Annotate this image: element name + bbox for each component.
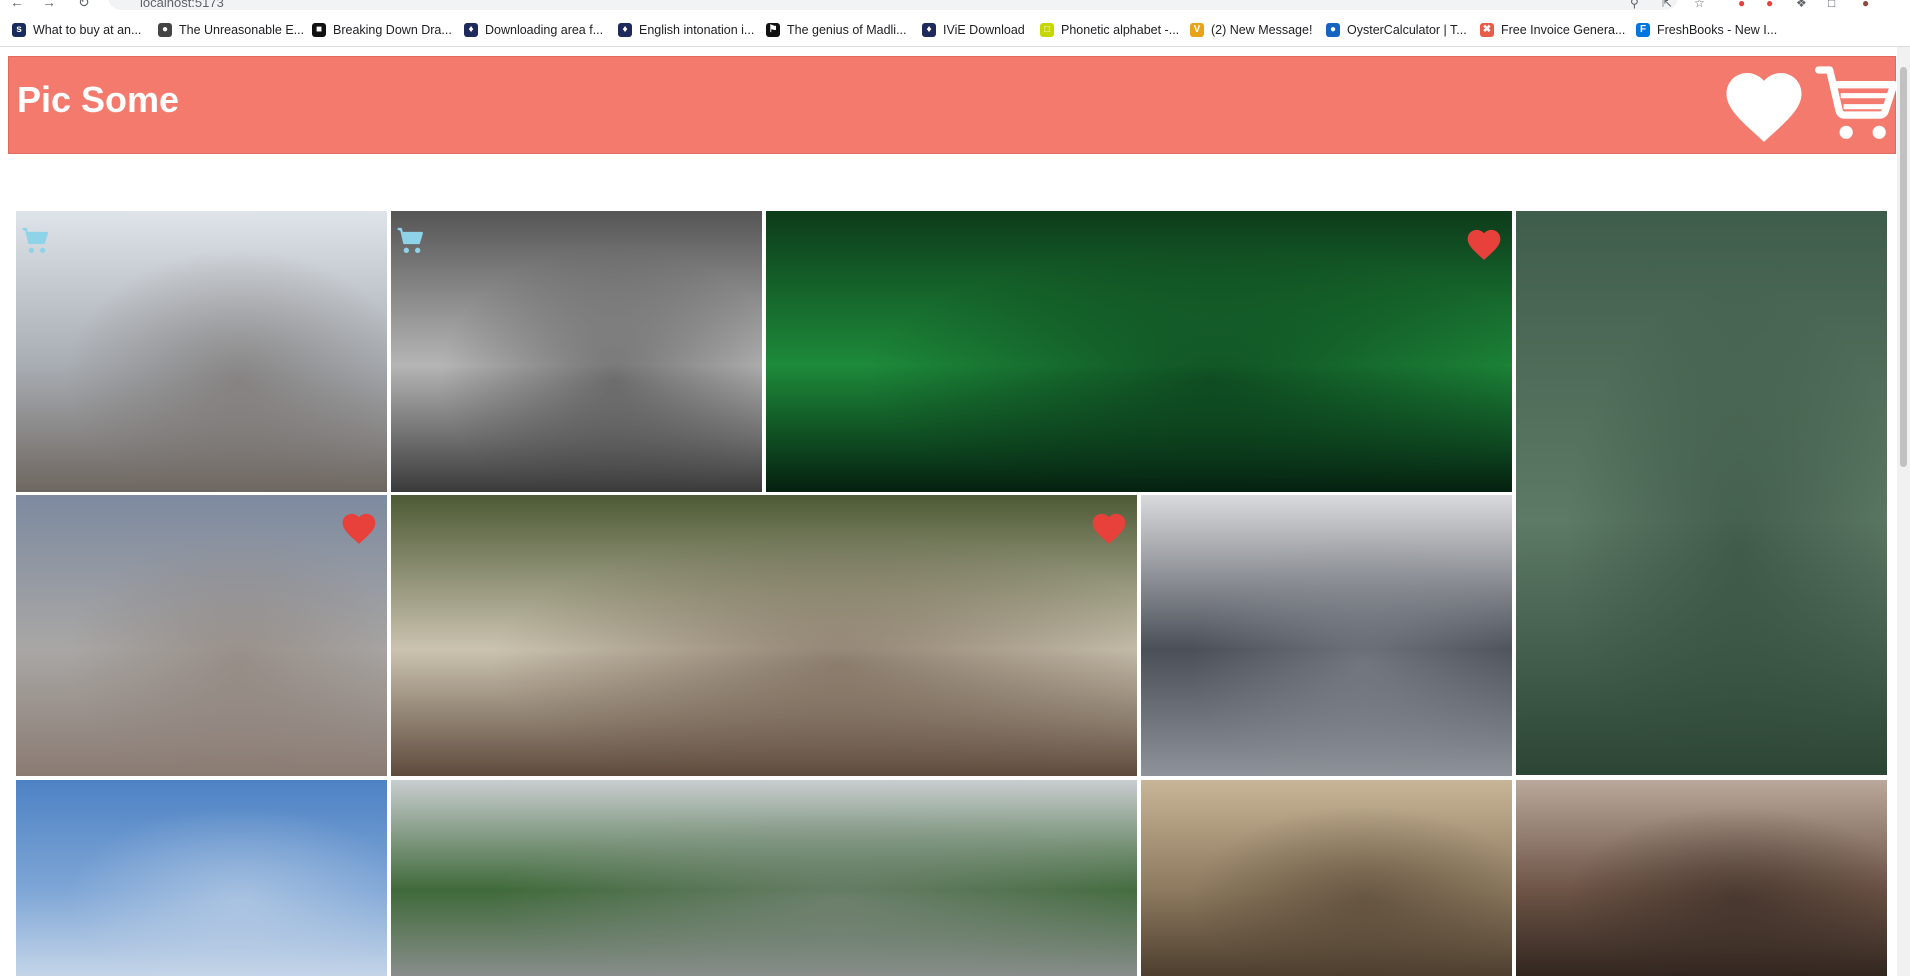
- photo-tile[interactable]: [16, 495, 387, 776]
- x-icon: ✖: [1480, 23, 1494, 37]
- f-icon: F: [1636, 23, 1650, 37]
- shield-icon: ♦: [618, 23, 632, 37]
- bookmark-label: What to buy at an...: [33, 23, 142, 37]
- bookmark-item[interactable]: F FreshBooks - New I...: [1636, 20, 1777, 40]
- bookmark-label: (2) New Message!: [1211, 23, 1313, 37]
- address-bar[interactable]: localhost:5173: [108, 0, 1678, 10]
- back-icon[interactable]: ←: [10, 0, 24, 10]
- photo-image: [16, 780, 387, 976]
- photo-tile[interactable]: [16, 211, 387, 492]
- bookmark-item[interactable]: □ Phonetic alphabet -...: [1040, 20, 1179, 40]
- star-icon[interactable]: ☆: [1694, 0, 1705, 10]
- photo-image: [391, 211, 762, 492]
- bookmark-item[interactable]: ● The Unreasonable E...: [158, 20, 304, 40]
- bookmark-label: English intonation i...: [639, 23, 755, 37]
- photo-image: [391, 780, 1137, 976]
- favorite-heart-icon[interactable]: [1464, 225, 1504, 261]
- search-icon[interactable]: ⚲: [1630, 0, 1639, 10]
- bookmark-label: Phonetic alphabet -...: [1061, 23, 1180, 37]
- photo-image: [16, 211, 387, 492]
- bookmark-label: IViE Download: [943, 23, 1025, 37]
- reload-icon[interactable]: ↻: [78, 0, 90, 11]
- bookmark-item[interactable]: s What to buy at an...: [12, 20, 141, 40]
- bookmark-label: Downloading area f...: [485, 23, 604, 37]
- photo-image: [1141, 780, 1512, 976]
- share-icon[interactable]: ⇱: [1662, 0, 1672, 10]
- bookmark-item[interactable]: V (2) New Message!: [1190, 20, 1312, 40]
- note-icon: □: [1040, 23, 1054, 37]
- photo-image: [1516, 211, 1887, 775]
- bookmark-label: OysterCalculator | T...: [1347, 23, 1467, 37]
- url-text: localhost:5173: [140, 0, 224, 10]
- avatar[interactable]: ●: [1862, 0, 1869, 10]
- bookmark-label: FreshBooks - New I...: [1657, 23, 1778, 37]
- bookmark-label: Free Invoice Genera...: [1501, 23, 1626, 37]
- favorite-heart-icon[interactable]: [339, 509, 379, 545]
- globe-icon: ●: [158, 23, 172, 37]
- photo-tile[interactable]: [1141, 780, 1512, 976]
- photo-tile[interactable]: [391, 495, 1137, 776]
- photo-tile[interactable]: [16, 780, 387, 976]
- favorite-heart-icon[interactable]: [1089, 509, 1129, 545]
- add-to-cart-icon[interactable]: [20, 225, 52, 257]
- bookmark-item[interactable]: ♦ English intonation i...: [618, 20, 754, 40]
- bookmark-item[interactable]: ● OysterCalculator | T...: [1326, 20, 1467, 40]
- bookmarks-bar: s What to buy at an... ● The Unreasonable E…: [0, 14, 1910, 47]
- photo-tile[interactable]: [391, 780, 1137, 976]
- bookmark-label: Breaking Down Dra...: [333, 23, 452, 37]
- bookmark-item[interactable]: ⚑ The genius of Madli...: [766, 20, 907, 40]
- forward-icon[interactable]: →: [42, 0, 56, 10]
- film-icon: ■: [312, 23, 326, 37]
- photo-tile[interactable]: [766, 211, 1512, 492]
- scrollbar-thumb[interactable]: [1900, 67, 1907, 467]
- sidepanel-icon[interactable]: □: [1828, 0, 1835, 10]
- bookmark-item[interactable]: ♦ Downloading area f...: [464, 20, 603, 40]
- bookmark-label: The Unreasonable E...: [179, 23, 305, 37]
- photo-image: [391, 495, 1137, 776]
- shield-icon: ♦: [922, 23, 936, 37]
- extension-icon[interactable]: ●: [1738, 0, 1745, 10]
- photo-image: [1516, 780, 1887, 976]
- scrollbar[interactable]: [1897, 47, 1910, 976]
- photo-tile[interactable]: [1516, 211, 1887, 775]
- extension-icon[interactable]: ●: [1766, 0, 1773, 10]
- shopping-cart-icon[interactable]: [1815, 59, 1903, 147]
- bookmark-item[interactable]: ♦ IViE Download: [922, 20, 1025, 40]
- sk-icon: s: [12, 23, 26, 37]
- photo-tile[interactable]: [1141, 495, 1512, 776]
- page-viewport: Pic Some: [0, 47, 1910, 976]
- photo-image: [1141, 495, 1512, 776]
- add-to-cart-icon[interactable]: [395, 225, 427, 257]
- circle-icon: ●: [1326, 23, 1340, 37]
- puzzle-icon[interactable]: ❖: [1796, 0, 1807, 10]
- bookmark-label: The genius of Madli...: [787, 23, 907, 37]
- bookmark-item[interactable]: ■ Breaking Down Dra...: [312, 20, 452, 40]
- brand-title[interactable]: Pic Some: [17, 79, 179, 121]
- photo-image: [16, 495, 387, 776]
- flag-icon: ⚑: [766, 23, 780, 37]
- browser-toolbar: ← → ↻ localhost:5173 ⚲ ⇱ ☆ ● ● ❖ □ ●: [0, 0, 1910, 14]
- photo-tile[interactable]: [1516, 780, 1887, 976]
- bookmark-item[interactable]: ✖ Free Invoice Genera...: [1480, 20, 1625, 40]
- v-icon: V: [1190, 23, 1204, 37]
- photo-tile[interactable]: [391, 211, 762, 492]
- app-header: Pic Some: [8, 56, 1898, 154]
- favorites-heart-icon[interactable]: [1719, 61, 1809, 145]
- shield-icon: ♦: [464, 23, 478, 37]
- photo-image: [766, 211, 1512, 492]
